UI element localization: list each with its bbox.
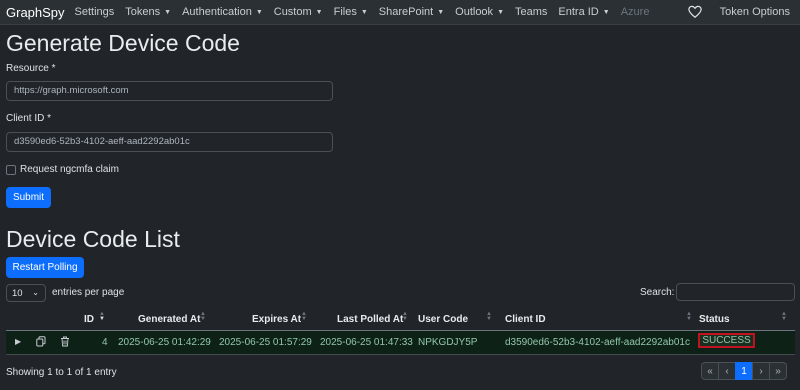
- col-user-code[interactable]: User Code: [418, 314, 468, 325]
- nav-sharepoint[interactable]: SharePoint ▼: [379, 6, 444, 18]
- sort-icon: ▲ ▼: [99, 311, 105, 322]
- caret-down-icon: ▼: [437, 8, 445, 16]
- client-id-label: Client ID *: [6, 113, 52, 124]
- nav-azure: Azure: [621, 6, 650, 18]
- sort-icon: ▲ ▼: [781, 311, 787, 322]
- resource-input[interactable]: https://graph.microsoft.com: [6, 81, 333, 101]
- section-title: Device Code List: [6, 226, 180, 252]
- heart-icon[interactable]: [687, 5, 702, 19]
- caret-down-icon: ▼: [164, 8, 172, 16]
- nav-label: Tokens: [125, 6, 161, 18]
- nav-authentication[interactable]: Authentication ▼: [182, 6, 263, 18]
- col-expires-at[interactable]: Expires At: [252, 314, 301, 325]
- table-header: ID ▲ ▼ Generated At ▲ ▼ Expires At ▲ ▼ Last…: [6, 311, 795, 331]
- token-options-link[interactable]: Token Options: [720, 6, 790, 18]
- ngcmfa-label: Request ngcmfa claim: [20, 164, 119, 175]
- nav-custom[interactable]: Custom ▼: [274, 6, 323, 18]
- page-first-button[interactable]: «: [701, 362, 719, 380]
- col-generated-at[interactable]: Generated At: [138, 314, 200, 325]
- nav-label: SharePoint: [378, 6, 434, 18]
- restart-polling-button[interactable]: Restart Polling: [6, 257, 84, 278]
- nav-label: Settings: [74, 6, 115, 18]
- sort-icon: ▲ ▼: [686, 311, 692, 322]
- sort-icon: ▲ ▼: [200, 311, 206, 322]
- col-last-polled-at[interactable]: Last Polled At: [337, 314, 403, 325]
- page-size-value: 10: [12, 287, 23, 299]
- trash-icon[interactable]: [60, 336, 70, 347]
- caret-down-icon: ▼: [360, 8, 368, 16]
- table-row: ▶ 4 2025-06-25 01:42:29 2025-06-25 01:57…: [6, 331, 795, 355]
- cell-generated-at: 2025-06-25 01:42:29: [118, 337, 211, 348]
- nav-label: Custom: [273, 6, 312, 18]
- chevron-down-icon: ⌄: [32, 288, 39, 297]
- search-input[interactable]: [676, 283, 795, 301]
- nav-teams[interactable]: Teams: [515, 6, 547, 18]
- cell-user-code: NPKGDJY5P: [418, 337, 478, 348]
- nav-label: Files: [333, 6, 357, 18]
- pagination: « ‹ 1 › »: [701, 362, 787, 380]
- nav-label: Outlook: [455, 6, 494, 18]
- nav-tokens[interactable]: Tokens ▼: [125, 6, 171, 18]
- sort-icon: ▲ ▼: [301, 311, 307, 322]
- nav-entra-id[interactable]: Entra ID ▼: [558, 6, 609, 18]
- navbar: GraphSpy Settings Tokens ▼ Authentication…: [0, 0, 800, 25]
- page-size-select[interactable]: 10 ⌄: [6, 284, 46, 302]
- cell-expires-at: 2025-06-25 01:57:29: [219, 337, 312, 348]
- resource-label: Resource *: [6, 63, 56, 74]
- showing-entries-text: Showing 1 to 1 of 1 entry: [6, 367, 117, 378]
- nav-settings[interactable]: Settings: [75, 6, 115, 18]
- caret-down-icon: ▼: [602, 8, 610, 16]
- caret-down-icon: ▼: [315, 8, 323, 16]
- page-next-button[interactable]: ›: [752, 362, 770, 380]
- status-badge: SUCCESS: [698, 333, 755, 348]
- page-title: Generate Device Code: [6, 30, 240, 56]
- client-id-input[interactable]: d3590ed6-52b3-4102-aeff-aad2292ab01c: [6, 132, 333, 152]
- page-1-button[interactable]: 1: [735, 362, 753, 380]
- nav-label: Authentication: [182, 6, 252, 18]
- sort-icon: ▲ ▼: [486, 311, 492, 322]
- col-client-id[interactable]: Client ID: [505, 314, 546, 325]
- caret-down-icon: ▼: [497, 8, 504, 16]
- search-label: Search:: [640, 287, 675, 298]
- page-prev-button[interactable]: ‹: [718, 362, 736, 380]
- page-last-button[interactable]: »: [769, 362, 787, 380]
- col-id[interactable]: ID: [84, 314, 94, 325]
- submit-button[interactable]: Submit: [6, 187, 51, 208]
- sort-icon: ▲ ▼: [402, 311, 408, 322]
- copy-icon[interactable]: [36, 336, 46, 347]
- nav-right: Token Options: [687, 0, 800, 24]
- caret-down-icon: ▼: [255, 8, 263, 16]
- nav-label: Azure: [620, 6, 650, 18]
- nav-files[interactable]: Files ▼: [334, 6, 368, 18]
- nav-label: Entra ID: [558, 6, 599, 18]
- expand-icon[interactable]: ▶: [15, 337, 21, 346]
- col-status[interactable]: Status: [699, 314, 730, 325]
- ngcmfa-checkbox[interactable]: [6, 164, 16, 175]
- nav-label: Teams: [515, 6, 548, 18]
- ngcmfa-row: Request ngcmfa claim: [6, 164, 119, 175]
- cell-client-id: d3590ed6-52b3-4102-aeff-aad2292ab01c: [505, 337, 690, 348]
- cell-id: 4: [102, 337, 108, 348]
- nav-outlook[interactable]: Outlook ▼: [455, 6, 504, 18]
- brand-link[interactable]: GraphSpy: [6, 5, 65, 20]
- cell-last-polled-at: 2025-06-25 01:47:33: [320, 337, 413, 348]
- entries-per-page-label: entries per page: [52, 287, 125, 298]
